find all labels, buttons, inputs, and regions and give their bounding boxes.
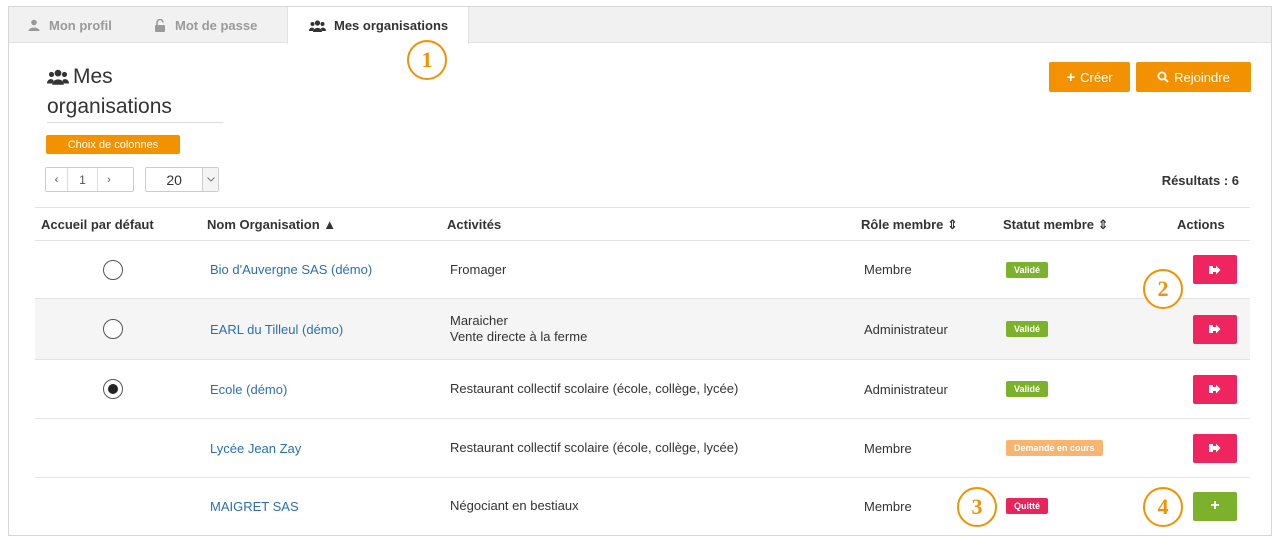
table-row: Bio d'Auvergne SAS (démo) Fromager Membr… <box>35 241 1250 299</box>
results-count: Résultats : 6 <box>1161 173 1239 188</box>
search-icon <box>1157 71 1169 83</box>
page-size-select[interactable]: 20 <box>145 167 219 192</box>
sign-out-icon <box>1209 443 1221 453</box>
column-choice-label: Choix de colonnes <box>67 138 159 151</box>
status-badge: Quitté <box>1006 478 1048 534</box>
table-row: MAIGRET SAS Négociant en bestiaux Membre… <box>35 478 1250 534</box>
status-badge: Validé <box>1006 360 1049 418</box>
prev-page-button[interactable]: ‹ <box>46 168 68 191</box>
activity: Fromager <box>450 261 507 277</box>
column-choice-button[interactable]: Choix de colonnes <box>46 135 180 154</box>
tab-mot-de-passe[interactable]: Mot de passe <box>153 7 257 43</box>
status-text: Validé <box>1006 381 1049 397</box>
page-size-value: 20 <box>166 171 182 188</box>
create-button[interactable]: + Créer <box>1049 62 1130 92</box>
table-row: Lycée Jean Zay Restaurant collectif scol… <box>35 419 1250 478</box>
header-actions: Actions <box>1177 217 1225 232</box>
page-title: Mes organisations <box>47 63 172 121</box>
leave-button[interactable] <box>1193 299 1237 359</box>
default-radio[interactable] <box>103 360 123 418</box>
table-header: Accueil par défaut Nom Organisation ▲ Ac… <box>35 207 1250 241</box>
table-row: EARL du Tilleul (démo) Maraicher Vente d… <box>35 299 1250 360</box>
default-radio[interactable] <box>103 241 123 298</box>
organisation-link[interactable]: Ecole (démo) <box>210 360 287 418</box>
sign-out-icon <box>1209 384 1221 394</box>
header-status[interactable]: Statut membre ⇕ <box>1003 208 1109 241</box>
activities-cell: Restaurant collectif scolaire (école, co… <box>450 360 738 418</box>
sign-out-icon <box>1209 265 1221 274</box>
leave-button[interactable] <box>1193 360 1237 418</box>
tab-label: Mon profil <box>49 17 112 33</box>
role-cell: Membre <box>864 440 912 456</box>
role-cell: Membre <box>864 262 912 277</box>
join-button[interactable]: Rejoindre <box>1136 62 1251 92</box>
plus-icon: + <box>1210 497 1220 514</box>
users-icon <box>308 19 326 33</box>
sign-out-icon <box>1209 324 1221 334</box>
tab-label: Mes organisations <box>334 18 449 33</box>
leave-button[interactable] <box>1193 419 1237 477</box>
tab-label: Mot de passe <box>175 17 258 33</box>
status-badge: Demande en cours <box>1006 419 1103 477</box>
status-text: Validé <box>1006 321 1049 337</box>
rejoin-button[interactable]: + <box>1193 478 1237 534</box>
activities-cell: Négociant en bestiaux <box>450 478 579 534</box>
current-page[interactable]: 1 <box>68 168 98 191</box>
pagination: ‹ 1 › <box>45 167 134 192</box>
organisation-link[interactable]: EARL du Tilleul (démo) <box>210 299 343 359</box>
create-button-label: Créer <box>1080 69 1113 85</box>
callout-4: 4 <box>1143 487 1183 527</box>
organisation-link[interactable]: Lycée Jean Zay <box>210 419 301 477</box>
role-cell: Administrateur <box>864 381 948 397</box>
chevron-down-icon <box>202 168 218 191</box>
organisations-panel: Mon profil Mot de passe Mes organisation… <box>8 6 1272 536</box>
header-default[interactable]: Accueil par défaut <box>41 208 154 241</box>
status-text: Quitté <box>1006 498 1048 514</box>
header-activities: Activités <box>447 217 502 232</box>
default-radio[interactable] <box>103 299 123 359</box>
leave-button[interactable] <box>1193 241 1237 298</box>
activity: Restaurant collectif scolaire (école, co… <box>450 381 739 396</box>
header-name[interactable]: Nom Organisation ▲ <box>207 208 336 241</box>
activity: Maraicher <box>450 313 508 328</box>
next-page-button[interactable]: › <box>98 168 120 191</box>
organisation-link[interactable]: Bio d'Auvergne SAS (démo) <box>210 241 372 298</box>
tab-mes-organisations[interactable]: Mes organisations <box>287 7 470 44</box>
activities-cell: Maraicher Vente directe à la ferme <box>450 299 587 359</box>
users-icon <box>47 65 69 93</box>
join-button-label: Rejoindre <box>1174 69 1230 85</box>
callout-1: 1 <box>407 40 447 80</box>
activities-cell: Fromager <box>450 241 506 298</box>
organisation-link[interactable]: MAIGRET SAS <box>210 478 299 534</box>
role-cell: Membre <box>864 498 912 514</box>
callout-2: 2 <box>1143 269 1183 309</box>
table-row: Ecole (démo) Restaurant collectif scolai… <box>35 360 1250 419</box>
title-divider <box>47 122 223 123</box>
user-icon <box>27 18 41 32</box>
status-text: Validé <box>1006 261 1049 278</box>
unlock-icon <box>153 18 167 32</box>
header-role[interactable]: Rôle membre ⇕ <box>861 208 958 241</box>
status-text: Demande en cours <box>1006 440 1103 456</box>
activity: Vente directe à la ferme <box>450 329 588 344</box>
role-cell: Administrateur <box>864 321 948 337</box>
status-badge: Validé <box>1006 241 1049 298</box>
plus-icon: + <box>1066 68 1076 86</box>
page-title-line2: organisations <box>47 95 172 118</box>
status-badge: Validé <box>1006 299 1049 359</box>
page-title-line1: Mes <box>73 65 113 88</box>
tab-mon-profil[interactable]: Mon profil <box>27 7 112 43</box>
activities-cell: Restaurant collectif scolaire (école, co… <box>450 419 738 477</box>
activity: Négociant en bestiaux <box>450 498 579 513</box>
tab-bar: Mon profil Mot de passe Mes organisation… <box>9 7 1271 44</box>
callout-3: 3 <box>957 487 997 527</box>
activity: Restaurant collectif scolaire (école, co… <box>450 440 739 455</box>
